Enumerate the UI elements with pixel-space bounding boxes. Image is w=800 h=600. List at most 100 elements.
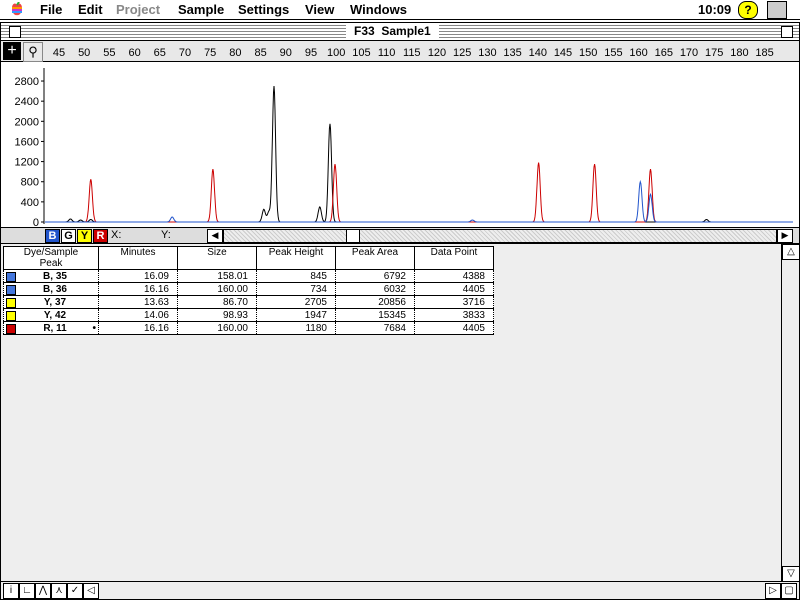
- dye-peak-cell: R, 11 •: [3, 321, 99, 335]
- y-tick-label: 2000: [15, 116, 39, 128]
- clock: 10:09: [698, 2, 732, 17]
- dye-swatch: [6, 285, 16, 295]
- table-row[interactable]: Y, 42 14.06 98.93 1947 15345 3833: [3, 308, 494, 322]
- dye-peak-cell: Y, 42: [3, 308, 99, 322]
- cell-point: 4405: [414, 321, 494, 335]
- dye-peak-cell: Y, 37: [3, 295, 99, 309]
- scroll-left-icon[interactable]: ◀: [207, 229, 223, 243]
- column-header[interactable]: Size: [177, 246, 257, 270]
- cell-height: 1947: [256, 308, 336, 322]
- table-row[interactable]: R, 11 • 16.16 160.00 1180 7684 4405: [3, 321, 494, 335]
- hscroll-left-icon[interactable]: ◁: [83, 583, 99, 599]
- ruler-tick-label: 120: [428, 47, 446, 59]
- grow-box-icon[interactable]: ▢: [781, 583, 797, 599]
- dye-peak-cell: B, 35: [3, 269, 99, 283]
- cell-size: 160.00: [177, 282, 257, 296]
- dye-peak-label: R, 11: [43, 322, 67, 334]
- cell-area: 15345: [335, 308, 415, 322]
- trace-series-0: [45, 85, 793, 223]
- column-header[interactable]: Minutes: [98, 246, 178, 270]
- ruler-tick-label: 100: [327, 47, 345, 59]
- y-tick-label: 2800: [15, 76, 39, 88]
- dye-toggle-g[interactable]: G: [61, 229, 76, 243]
- peaks-icon[interactable]: ⋀: [35, 583, 51, 599]
- application-menu-icon[interactable]: [767, 1, 787, 19]
- cell-point: 3833: [414, 308, 494, 322]
- y-tick-label: 0: [33, 217, 39, 227]
- menu-sample[interactable]: Sample: [178, 2, 224, 17]
- menu-settings[interactable]: Settings: [238, 2, 289, 17]
- dye-peak-cell: B, 36: [3, 282, 99, 296]
- ruler-tick-label: 145: [554, 47, 572, 59]
- hscroll-right-icon[interactable]: ▷: [765, 583, 781, 599]
- cell-size: 158.01: [177, 269, 257, 283]
- axis-icon[interactable]: ∟: [19, 583, 35, 599]
- cell-minutes: 14.06: [98, 308, 178, 322]
- ruler-tick-label: 140: [529, 47, 547, 59]
- scroll-up-icon[interactable]: △: [782, 244, 800, 260]
- table-row[interactable]: B, 36 16.16 160.00 734 6032 4405: [3, 282, 494, 296]
- ruler-tick-label: 170: [680, 47, 698, 59]
- cell-size: 98.93: [177, 308, 257, 322]
- column-header[interactable]: Peak Height: [256, 246, 336, 270]
- cell-minutes: 13.63: [98, 295, 178, 309]
- plot-scroll-track[interactable]: [223, 229, 777, 243]
- ruler-tick-label: 50: [78, 47, 90, 59]
- ruler-tick-label: 85: [254, 47, 266, 59]
- menu-file[interactable]: File: [40, 2, 62, 17]
- menu-project[interactable]: Project: [116, 2, 160, 17]
- apple-menu-icon[interactable]: [10, 1, 24, 20]
- cell-height: 734: [256, 282, 336, 296]
- x-readout: X:: [111, 229, 122, 241]
- info-icon[interactable]: i: [3, 583, 19, 599]
- dye-swatch: [6, 324, 16, 334]
- cell-point: 4388: [414, 269, 494, 283]
- ruler-tick-label: 175: [705, 47, 723, 59]
- dye-toggle-y[interactable]: Y: [77, 229, 92, 243]
- menu-edit[interactable]: Edit: [78, 2, 103, 17]
- scroll-right-icon[interactable]: ▶: [777, 229, 793, 243]
- column-header[interactable]: Peak Area: [335, 246, 415, 270]
- dye-swatch: [6, 311, 16, 321]
- cell-point: 3716: [414, 295, 494, 309]
- dye-toggle-b[interactable]: B: [45, 229, 60, 243]
- ruler-tick-label: 45: [53, 47, 65, 59]
- ruler-tick-label: 160: [629, 47, 647, 59]
- ruler-tick-label: 105: [352, 47, 370, 59]
- close-box[interactable]: [9, 26, 21, 38]
- column-header[interactable]: Dye/Sample Peak: [3, 246, 99, 270]
- dye-toggle-r[interactable]: R: [93, 229, 108, 243]
- trace-series-1: [45, 162, 793, 223]
- vertical-scrollbar[interactable]: △ ▽: [781, 244, 800, 582]
- window-title: F33 Sample1: [346, 24, 439, 38]
- electropherogram-plot[interactable]: 2800 2400 2000 1600 1200 800 400 0: [1, 62, 799, 229]
- ruler-tick-label: 125: [453, 47, 471, 59]
- cell-minutes: 16.16: [98, 282, 178, 296]
- dye-selector-bar: BGYR X: Y: ◀ ▶: [1, 227, 799, 244]
- bottom-toolbar: i ∟ ⋀ ⋏ ✓ ◁ ▷ ▢: [1, 581, 799, 599]
- y-tick-label: 400: [21, 197, 39, 209]
- ruler-tick-label: 155: [604, 47, 622, 59]
- ruler-tick-label: 135: [503, 47, 521, 59]
- zoom-box[interactable]: [781, 26, 793, 38]
- menu-view[interactable]: View: [305, 2, 334, 17]
- menu-windows[interactable]: Windows: [350, 2, 407, 17]
- y-tick-label: 2400: [15, 96, 39, 108]
- help-icon[interactable]: ?: [738, 1, 758, 19]
- table-row[interactable]: Y, 37 13.63 86.70 2705 20856 3716: [3, 295, 494, 309]
- table-row[interactable]: B, 35 16.09 158.01 845 6792 4388: [3, 269, 494, 283]
- dye-peak-label: Y, 37: [43, 296, 67, 308]
- scroll-down-icon[interactable]: ▽: [782, 566, 800, 582]
- title-bar[interactable]: F33 Sample1: [1, 23, 799, 41]
- color-peaks-icon[interactable]: ⋏: [51, 583, 67, 599]
- plot-scroll-thumb[interactable]: [346, 230, 360, 242]
- ruler-tick-label: 60: [128, 47, 140, 59]
- ruler-tick-label: 70: [179, 47, 191, 59]
- ruler-tick-label: 110: [378, 47, 396, 59]
- cell-area: 20856: [335, 295, 415, 309]
- column-header[interactable]: Data Point: [414, 246, 494, 270]
- size-ruler: + ⚲ 45 50 55 60 65 70 75 80 85 90 95 100 105 110 115 12…: [1, 41, 799, 62]
- row-marker: •: [92, 322, 96, 334]
- edit-icon[interactable]: ✓: [67, 583, 83, 599]
- cell-height: 845: [256, 269, 336, 283]
